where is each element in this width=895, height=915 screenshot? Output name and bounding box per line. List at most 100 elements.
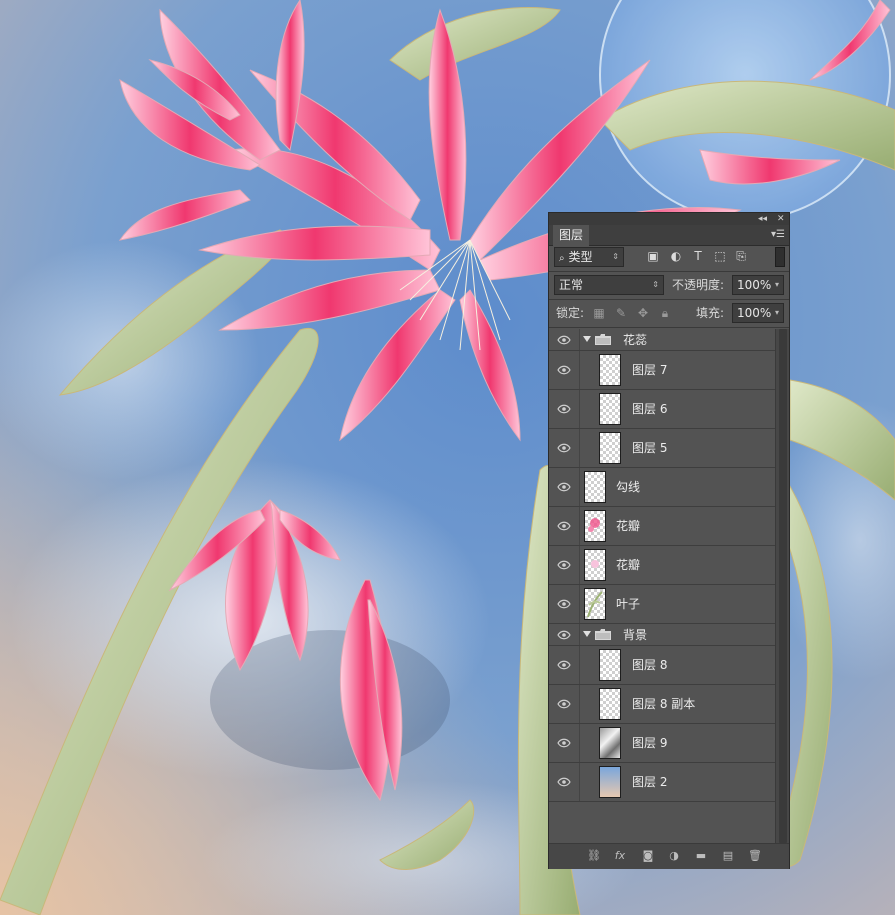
adjustment-filter-icon[interactable]: ◐ <box>669 249 683 263</box>
filter-kind-value: 类型 <box>568 250 593 264</box>
column-divider <box>579 507 580 545</box>
column-divider <box>579 546 580 584</box>
shape-filter-icon[interactable]: ⬚ <box>713 249 727 263</box>
visibility-eye-icon[interactable] <box>557 560 571 570</box>
visibility-eye-icon[interactable] <box>557 404 571 414</box>
search-icon: ⌕ <box>559 253 565 264</box>
separator <box>549 327 789 328</box>
panel-bottom-toolbar: ⛓ fx ◙ ◑ ▬ ▤ 🗑︎ <box>549 843 789 869</box>
new-group-icon[interactable]: ▬ <box>694 849 708 863</box>
delete-icon[interactable]: 🗑︎ <box>748 849 762 863</box>
column-divider <box>579 390 580 428</box>
layer-thumbnail <box>584 471 606 503</box>
layer-row[interactable]: 图层 7 <box>549 351 775 390</box>
blend-mode-select[interactable]: 正常 ⇕ <box>554 275 664 295</box>
layer-name: 花瓣 <box>616 558 641 572</box>
layer-row[interactable]: 花瓣 <box>549 546 775 585</box>
layer-row[interactable]: 图层 5 <box>549 429 775 468</box>
expand-triangle-icon[interactable] <box>583 336 591 342</box>
tab-layers-label: 图层 <box>559 228 584 242</box>
lock-paint-icon[interactable]: ✎ <box>614 306 628 320</box>
panel-tab-row: 图层 ▾☰ <box>549 225 789 246</box>
visibility-eye-icon[interactable] <box>557 738 571 748</box>
layer-thumbnail <box>599 766 621 798</box>
separator <box>549 271 789 272</box>
fx-icon[interactable]: fx <box>613 849 627 863</box>
layer-row[interactable]: 图层 8 <box>549 646 775 685</box>
layer-thumbnail <box>584 549 606 581</box>
column-divider <box>579 429 580 467</box>
visibility-eye-icon[interactable] <box>557 335 571 345</box>
close-icon[interactable]: ✕ <box>777 213 785 225</box>
visibility-eye-icon[interactable] <box>557 660 571 670</box>
layer-filter-select[interactable]: ⌕ 类型 ⇕ <box>554 247 624 267</box>
lock-position-icon[interactable]: ✥ <box>636 306 650 320</box>
visibility-eye-icon[interactable] <box>557 482 571 492</box>
opacity-label: 不透明度: <box>672 278 725 292</box>
layer-group-row[interactable]: 背景 <box>549 624 775 646</box>
column-divider <box>579 585 580 623</box>
adjustment-layer-icon[interactable]: ◑ <box>667 849 681 863</box>
layer-row[interactable]: 图层 8 副本 <box>549 685 775 724</box>
dropdown-arrow-icon[interactable]: ▾ <box>775 304 779 322</box>
lock-label: 锁定: <box>556 306 585 320</box>
separator <box>549 299 789 300</box>
layer-name: 背景 <box>623 628 648 642</box>
layer-row[interactable]: 叶子 <box>549 585 775 624</box>
expand-triangle-icon[interactable] <box>583 631 591 637</box>
fill-input[interactable]: 100% ▾ <box>732 303 784 323</box>
layer-thumbnail <box>599 649 621 681</box>
column-divider <box>579 646 580 684</box>
layer-name: 花蕊 <box>623 333 648 347</box>
opacity-input[interactable]: 100% ▾ <box>732 275 784 295</box>
panel-menu-icon[interactable]: ▾☰ <box>771 229 785 240</box>
visibility-eye-icon[interactable] <box>557 630 571 640</box>
visibility-eye-icon[interactable] <box>557 521 571 531</box>
column-divider <box>579 468 580 506</box>
column-divider <box>579 763 580 801</box>
folder-icon <box>595 629 611 640</box>
link-layers-icon[interactable]: ⛓ <box>587 849 601 863</box>
column-divider <box>579 329 580 350</box>
scrollbar-track[interactable] <box>779 329 787 843</box>
layer-group-row[interactable]: 花蕊 <box>549 329 775 351</box>
column-divider <box>579 624 580 645</box>
add-mask-icon[interactable]: ◙ <box>641 849 655 863</box>
folder-icon <box>595 334 611 345</box>
layer-row[interactable]: 勾线 <box>549 468 775 507</box>
visibility-eye-icon[interactable] <box>557 777 571 787</box>
smart-object-filter-icon[interactable]: ⎘ <box>734 249 748 263</box>
layer-name: 图层 7 <box>632 363 668 377</box>
column-divider <box>579 724 580 762</box>
double-chevron-left-icon[interactable]: ◂◂ <box>758 213 767 225</box>
panel-titlebar[interactable]: ◂◂ ✕ <box>549 213 789 225</box>
layer-thumbnail <box>599 393 621 425</box>
image-filter-icon[interactable]: ▣ <box>646 249 660 263</box>
visibility-eye-icon[interactable] <box>557 443 571 453</box>
layer-row[interactable]: 图层 9 <box>549 724 775 763</box>
layers-scrollbar[interactable] <box>775 329 789 843</box>
leaf-thumbnail-icon <box>587 591 603 618</box>
blend-mode-value: 正常 <box>559 278 584 292</box>
layer-name: 花瓣 <box>616 519 641 533</box>
layer-row[interactable]: 图层 2 <box>549 763 775 802</box>
layer-thumbnail <box>599 727 621 759</box>
visibility-eye-icon[interactable] <box>557 365 571 375</box>
layer-row[interactable]: 花瓣 <box>549 507 775 546</box>
visibility-eye-icon[interactable] <box>557 699 571 709</box>
visibility-eye-icon[interactable] <box>557 599 571 609</box>
column-divider <box>579 351 580 389</box>
flower-thumbnail-icon <box>588 518 600 532</box>
layer-name: 勾线 <box>616 480 641 494</box>
layer-row[interactable]: 图层 6 <box>549 390 775 429</box>
new-layer-icon[interactable]: ▤ <box>721 849 735 863</box>
dropdown-arrow-icon[interactable]: ▾ <box>775 276 779 294</box>
tab-layers[interactable]: 图层 <box>553 225 590 246</box>
fill-value: 100% <box>737 306 772 320</box>
filter-toggle-switch[interactable] <box>775 247 785 267</box>
text-filter-icon[interactable]: T <box>691 249 705 263</box>
layer-name: 图层 5 <box>632 441 668 455</box>
lock-transparent-icon[interactable]: ▦ <box>592 306 606 320</box>
updown-arrows-icon: ⇕ <box>612 252 619 261</box>
lock-all-icon[interactable]: 🔒︎ <box>658 306 672 320</box>
